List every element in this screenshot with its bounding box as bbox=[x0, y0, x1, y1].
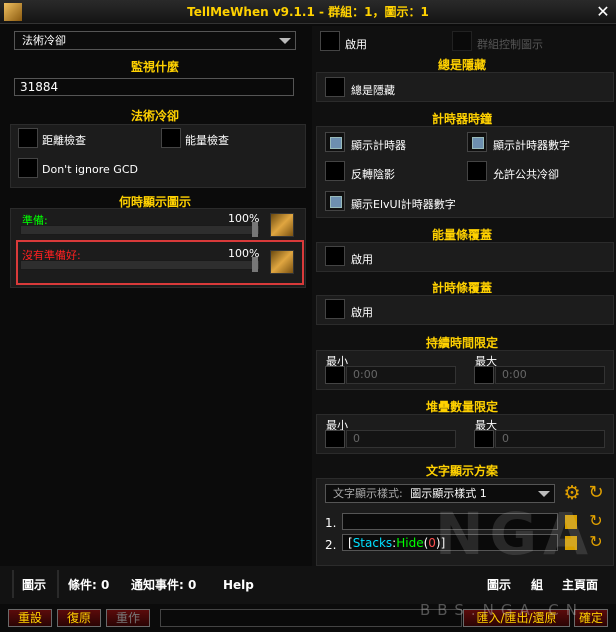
tab-divider bbox=[12, 570, 14, 598]
power-bar-checkbox[interactable] bbox=[325, 246, 345, 266]
enable-checkbox[interactable] bbox=[320, 31, 340, 51]
slider-thumb[interactable] bbox=[252, 222, 258, 237]
text-layout-value: 圖示顯示樣式 1 bbox=[410, 487, 487, 500]
power-check-label: 能量檢查 bbox=[185, 134, 229, 147]
site-watermark: BBS.NGA.CN bbox=[420, 601, 584, 619]
duration-max-input[interactable]: 0:00 bbox=[495, 366, 605, 384]
close-icon[interactable]: ✕ bbox=[594, 3, 612, 21]
stack-max-input[interactable]: 0 bbox=[495, 430, 605, 448]
type-dropdown[interactable]: 法術冷卻 bbox=[14, 31, 296, 50]
show-elvui-text-label: 顯示ElvUI計時器數字 bbox=[351, 198, 456, 211]
power-bar-label: 啟用 bbox=[351, 253, 373, 266]
tab-divider bbox=[57, 570, 59, 598]
duration-max-checkbox[interactable] bbox=[474, 366, 494, 384]
redo-button[interactable]: 重作 bbox=[106, 609, 150, 627]
tab-help[interactable]: Help bbox=[223, 573, 254, 597]
slider-thumb[interactable] bbox=[252, 257, 258, 272]
text-line-2-hide: Hide bbox=[396, 536, 424, 550]
timer-bar-label: 啟用 bbox=[351, 306, 373, 319]
tab-conditions[interactable]: 條件: 0 bbox=[68, 573, 109, 597]
tab-icon[interactable]: 圖示 bbox=[22, 573, 46, 597]
text-line-2-number: 2. bbox=[325, 538, 337, 552]
reverse-shading-checkbox[interactable] bbox=[325, 161, 345, 181]
show-timer-checkbox[interactable] bbox=[325, 132, 345, 152]
stack-max-checkbox[interactable] bbox=[474, 430, 494, 448]
chevron-down-icon[interactable] bbox=[538, 491, 550, 497]
group-control-checkbox[interactable] bbox=[452, 31, 472, 51]
always-hide-label: 總是隱藏 bbox=[351, 84, 395, 97]
ignore-gcd-checkbox[interactable] bbox=[18, 158, 38, 178]
tab-right-icon[interactable]: 圖示 bbox=[487, 573, 511, 597]
timer-bar-checkbox[interactable] bbox=[325, 299, 345, 319]
nga-logo-watermark: NGA bbox=[435, 500, 595, 568]
power-bar-heading: 能量條覆蓋 bbox=[431, 228, 492, 242]
duration-min-input[interactable]: 0:00 bbox=[346, 366, 456, 384]
timer-heading: 計時器時鐘 bbox=[431, 112, 492, 126]
reverse-shading-label: 反轉陰影 bbox=[351, 168, 395, 181]
power-check-checkbox[interactable] bbox=[161, 128, 181, 148]
not-ready-alpha-slider[interactable] bbox=[20, 260, 260, 270]
import-export-input[interactable] bbox=[160, 609, 462, 627]
timer-bar-heading: 計時條覆蓋 bbox=[431, 281, 492, 295]
allow-gcd-checkbox[interactable] bbox=[467, 161, 487, 181]
reset-button[interactable]: 重設 bbox=[8, 609, 52, 627]
window-title: TellMeWhen v9.1.1 - 群組：1，圖示：1 bbox=[187, 5, 429, 19]
tab-group[interactable]: 組 bbox=[531, 573, 543, 597]
restore-button[interactable]: 復原 bbox=[57, 609, 101, 627]
stack-min-checkbox[interactable] bbox=[325, 430, 345, 448]
spell-input[interactable]: 31884 bbox=[14, 78, 294, 96]
stack-min-input[interactable]: 0 bbox=[346, 430, 456, 448]
ready-icon-preview-button[interactable] bbox=[270, 213, 294, 237]
always-hide-heading: 總是隱藏 bbox=[437, 58, 486, 72]
ignore-gcd-label: Don't ignore GCD bbox=[42, 163, 138, 176]
text-line-1-number: 1. bbox=[325, 516, 337, 530]
always-hide-checkbox[interactable] bbox=[325, 77, 345, 97]
text-line-2-stacks: Stacks bbox=[352, 536, 393, 550]
enable-label: 啟用 bbox=[345, 38, 367, 51]
ready-alpha-slider[interactable] bbox=[20, 225, 260, 235]
stack-heading: 堆疊數量限定 bbox=[425, 400, 498, 414]
tab-main[interactable]: 主頁面 bbox=[562, 573, 598, 597]
show-timer-text-checkbox[interactable] bbox=[467, 132, 487, 152]
type-dropdown-value: 法術冷卻 bbox=[22, 34, 66, 47]
tab-notifications[interactable]: 通知事件: 0 bbox=[131, 573, 196, 597]
what-heading: 監視什麼 bbox=[130, 60, 179, 74]
chevron-down-icon[interactable] bbox=[279, 38, 291, 44]
text-heading: 文字顯示方案 bbox=[425, 464, 498, 478]
allow-gcd-label: 允許公共冷卻 bbox=[493, 168, 559, 181]
range-check-checkbox[interactable] bbox=[18, 128, 38, 148]
text-layout-prefix: 文字顯示樣式: bbox=[333, 487, 403, 500]
duration-heading: 持續時間限定 bbox=[425, 336, 498, 350]
not-ready-icon-preview-button[interactable] bbox=[270, 250, 294, 274]
range-check-label: 距離檢查 bbox=[42, 134, 86, 147]
duration-min-checkbox[interactable] bbox=[325, 366, 345, 384]
show-timer-label: 顯示計時器 bbox=[351, 139, 406, 152]
group-control-label: 群組控制圖示 bbox=[477, 38, 543, 51]
show-timer-text-label: 顯示計時器數字 bbox=[493, 139, 570, 152]
cooldown-heading: 法術冷卻 bbox=[130, 109, 179, 123]
show-elvui-text-checkbox[interactable] bbox=[325, 191, 345, 211]
